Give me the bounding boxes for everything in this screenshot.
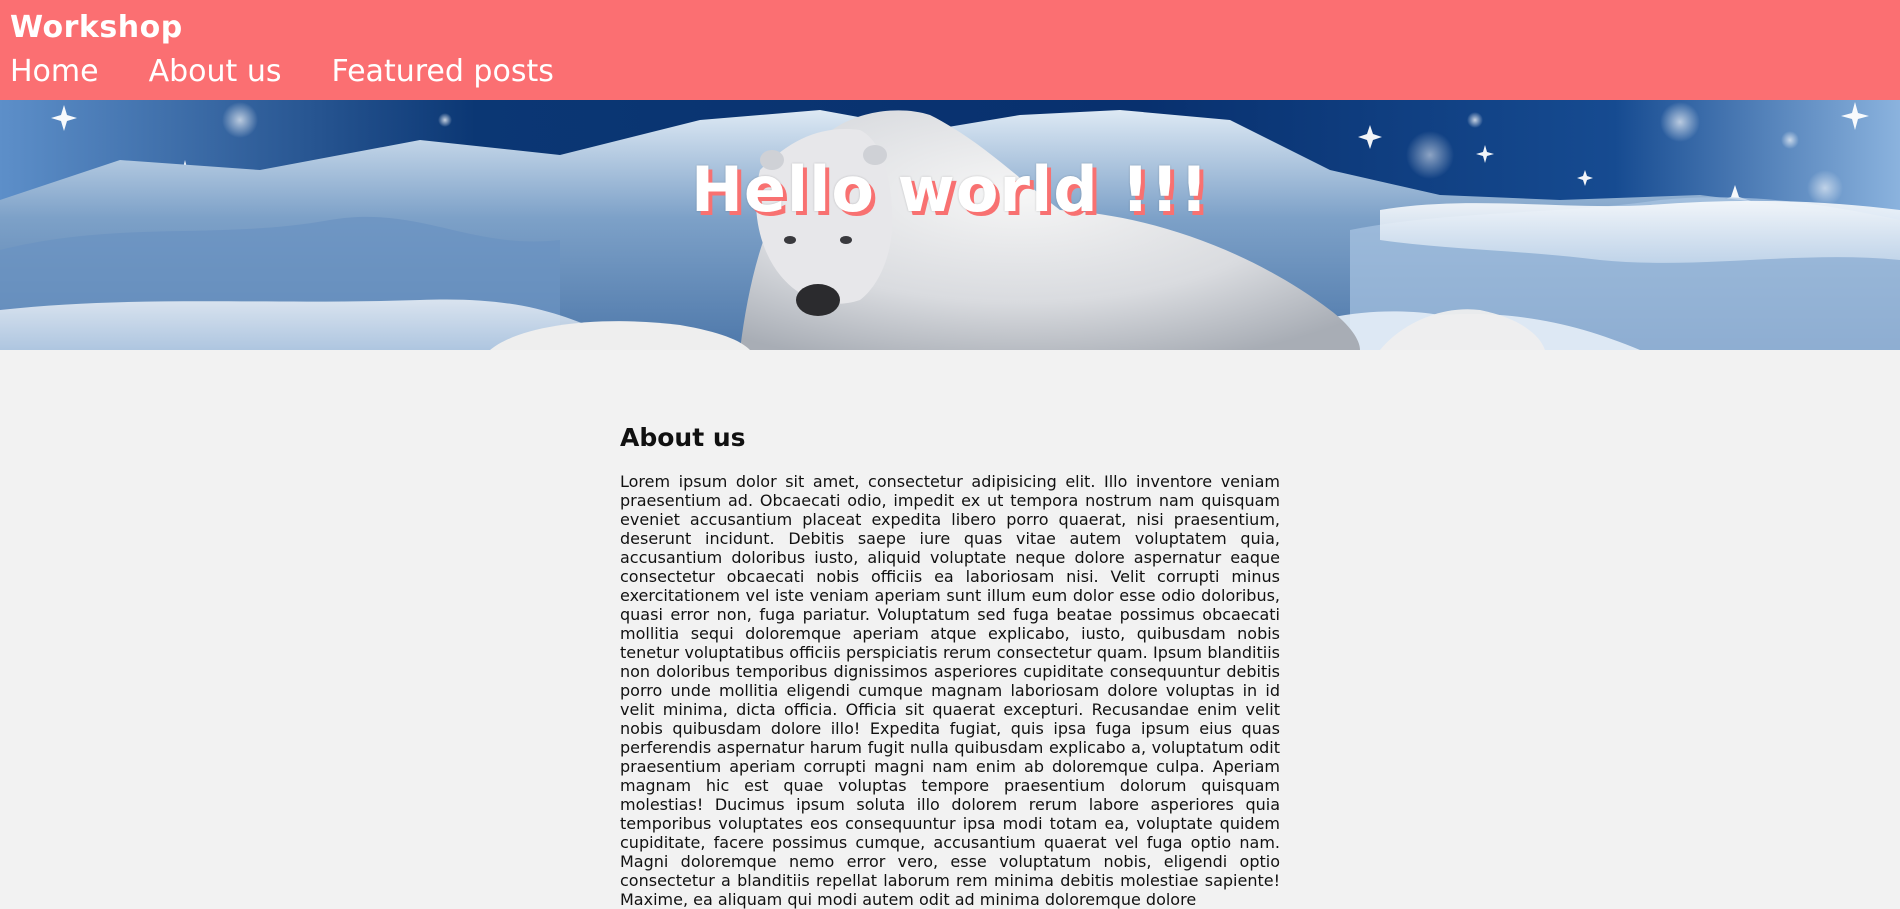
about-text: Lorem ipsum dolor sit amet, consectetur … — [620, 472, 1280, 909]
top-navbar: Workshop Home About us Featured posts — [0, 0, 1900, 100]
nav-featured-posts-link[interactable]: Featured posts — [331, 52, 553, 92]
main-nav: Home About us Featured posts — [10, 52, 554, 92]
nav-about-link[interactable]: About us — [149, 52, 282, 92]
hero-title: Hello world !!! — [690, 153, 1210, 226]
site-brand[interactable]: Workshop — [10, 8, 183, 48]
about-heading: About us — [620, 423, 746, 452]
about-section: About us Lorem ipsum dolor sit amet, con… — [620, 420, 1280, 909]
nav-home-link[interactable]: Home — [10, 52, 99, 92]
hero-banner: Hello world !!! — [0, 100, 1900, 350]
